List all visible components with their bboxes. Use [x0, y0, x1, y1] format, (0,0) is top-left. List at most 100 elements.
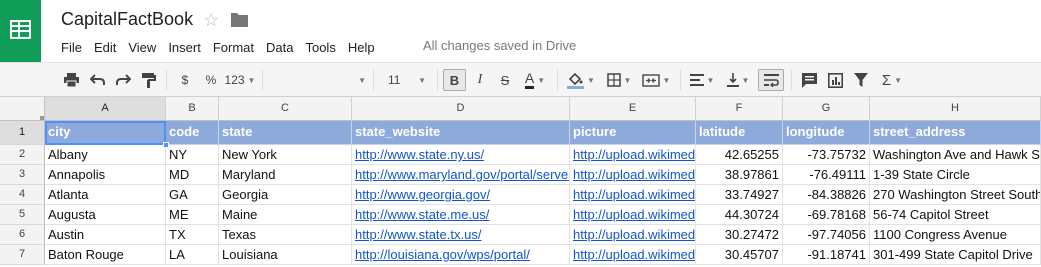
percent-format-button[interactable]: % — [202, 69, 220, 91]
row-header-5[interactable]: 5 — [0, 205, 45, 225]
cell-d6[interactable]: http://www.state.tx.us/ — [352, 225, 570, 245]
row-header-3[interactable]: 3 — [0, 165, 45, 185]
sheets-logo-icon[interactable] — [0, 0, 41, 62]
column-header-e[interactable]: E — [570, 97, 696, 121]
cell-c3[interactable]: Maryland — [219, 165, 352, 185]
cell-g2[interactable]: -73.75732 — [783, 145, 870, 165]
cell-f2[interactable]: 42.65255 — [696, 145, 783, 165]
fill-color-button[interactable]: ▼ — [565, 69, 597, 91]
cell-a5[interactable]: Augusta — [45, 205, 166, 225]
cell-g3[interactable]: -76.49111 — [783, 165, 870, 185]
cell-h7[interactable]: 301-499 State Capitol Drive — [870, 245, 1041, 265]
cell-f7[interactable]: 30.45707 — [696, 245, 783, 265]
row-header-1[interactable]: 1 — [0, 121, 45, 145]
cell-e2[interactable]: http://upload.wikimedia — [570, 145, 696, 165]
document-title[interactable]: CapitalFactBook — [61, 9, 193, 30]
cell-b7[interactable]: LA — [166, 245, 219, 265]
cell-f4[interactable]: 33.74927 — [696, 185, 783, 205]
column-header-f[interactable]: F — [696, 97, 783, 121]
menu-file[interactable]: File — [55, 40, 88, 55]
text-wrap-button[interactable] — [758, 69, 784, 91]
cell-e4[interactable]: http://upload.wikimedia — [570, 185, 696, 205]
cell-a4[interactable]: Atlanta — [45, 185, 166, 205]
cell-a6[interactable]: Austin — [45, 225, 166, 245]
cell-f5[interactable]: 44.30724 — [696, 205, 783, 225]
bold-button[interactable]: B — [443, 69, 466, 91]
folder-icon[interactable] — [231, 12, 248, 27]
header-cell-e[interactable]: picture — [570, 121, 696, 145]
italic-button[interactable]: I — [470, 69, 490, 91]
cell-e6[interactable]: http://upload.wikimedia — [570, 225, 696, 245]
text-color-button[interactable]: A ▼ — [520, 69, 550, 91]
header-cell-f[interactable]: latitude — [696, 121, 783, 145]
horizontal-align-button[interactable]: ▼ — [688, 69, 716, 91]
paint-format-icon[interactable] — [138, 69, 160, 91]
spreadsheet-grid[interactable]: ABCDEFGH 1234567 city code state state_webs… — [0, 97, 1041, 267]
cell-d2[interactable]: http://www.state.ny.us/ — [352, 145, 570, 165]
cell-b5[interactable]: ME — [166, 205, 219, 225]
column-header-h[interactable]: H — [870, 97, 1041, 121]
column-header-b[interactable]: B — [166, 97, 219, 121]
cell-c4[interactable]: Georgia — [219, 185, 352, 205]
header-cell-b[interactable]: code — [166, 121, 219, 145]
cell-g4[interactable]: -84.38826 — [783, 185, 870, 205]
row-header-6[interactable]: 6 — [0, 225, 45, 245]
insert-chart-icon[interactable] — [824, 69, 846, 91]
star-icon[interactable]: ☆ — [203, 9, 219, 31]
column-header-c[interactable]: C — [219, 97, 352, 121]
cell-a2[interactable]: Albany — [45, 145, 166, 165]
cell-b3[interactable]: MD — [166, 165, 219, 185]
cell-d5[interactable]: http://www.state.me.us/ — [352, 205, 570, 225]
cell-e3[interactable]: http://upload.wikimedia — [570, 165, 696, 185]
menu-data[interactable]: Data — [260, 40, 299, 55]
cell-h5[interactable]: 56-74 Capitol Street — [870, 205, 1041, 225]
cell-h3[interactable]: 1-39 State Circle — [870, 165, 1041, 185]
column-header-g[interactable]: G — [783, 97, 870, 121]
row-header-2[interactable]: 2 — [0, 145, 45, 165]
cell-f3[interactable]: 38.97861 — [696, 165, 783, 185]
cell-f6[interactable]: 30.27472 — [696, 225, 783, 245]
vertical-align-button[interactable]: ▼ — [724, 69, 752, 91]
cell-g6[interactable]: -97.74056 — [783, 225, 870, 245]
more-formats-button[interactable]: 123 ▼ — [224, 69, 256, 91]
header-cell-a[interactable]: city — [45, 121, 166, 145]
strikethrough-button[interactable]: S — [495, 69, 515, 91]
header-cell-c[interactable]: state — [219, 121, 352, 145]
header-cell-g[interactable]: longitude — [783, 121, 870, 145]
menu-help[interactable]: Help — [342, 40, 381, 55]
menu-view[interactable]: View — [122, 40, 162, 55]
insert-comment-icon[interactable] — [798, 69, 820, 91]
cell-d4[interactable]: http://www.georgia.gov/ — [352, 185, 570, 205]
menu-format[interactable]: Format — [207, 40, 260, 55]
functions-button[interactable]: Σ ▼ — [876, 69, 908, 91]
print-icon[interactable] — [60, 69, 82, 91]
cell-h6[interactable]: 1100 Congress Avenue — [870, 225, 1041, 245]
font-size-select[interactable]: 11 ▼ — [380, 69, 430, 91]
cell-b2[interactable]: NY — [166, 145, 219, 165]
row-header-4[interactable]: 4 — [0, 185, 45, 205]
cell-g7[interactable]: -91.18741 — [783, 245, 870, 265]
header-cell-d[interactable]: state_website — [352, 121, 570, 145]
filter-icon[interactable] — [850, 69, 872, 91]
fill-handle[interactable] — [163, 142, 169, 148]
cell-a7[interactable]: Baton Rouge — [45, 245, 166, 265]
cell-c5[interactable]: Maine — [219, 205, 352, 225]
font-family-select[interactable]: ▼ — [266, 69, 366, 91]
cell-d3[interactable]: http://www.maryland.gov/portal/server — [352, 165, 570, 185]
menu-insert[interactable]: Insert — [162, 40, 207, 55]
currency-format-button[interactable]: $ — [176, 69, 194, 91]
cell-c7[interactable]: Louisiana — [219, 245, 352, 265]
menu-tools[interactable]: Tools — [299, 40, 341, 55]
cell-c2[interactable]: New York — [219, 145, 352, 165]
cell-d7[interactable]: http://louisiana.gov/wps/portal/ — [352, 245, 570, 265]
save-status[interactable]: All changes saved in Drive — [423, 38, 576, 53]
cell-e7[interactable]: http://upload.wikimedia — [570, 245, 696, 265]
cell-a3[interactable]: Annapolis — [45, 165, 166, 185]
borders-button[interactable]: ▼ — [604, 69, 634, 91]
cell-h4[interactable]: 270 Washington Street South — [870, 185, 1041, 205]
select-all-corner[interactable] — [0, 97, 45, 121]
cell-e5[interactable]: http://upload.wikimedia — [570, 205, 696, 225]
cell-b4[interactable]: GA — [166, 185, 219, 205]
menu-edit[interactable]: Edit — [88, 40, 122, 55]
merge-cells-button[interactable]: ▼ — [638, 69, 674, 91]
